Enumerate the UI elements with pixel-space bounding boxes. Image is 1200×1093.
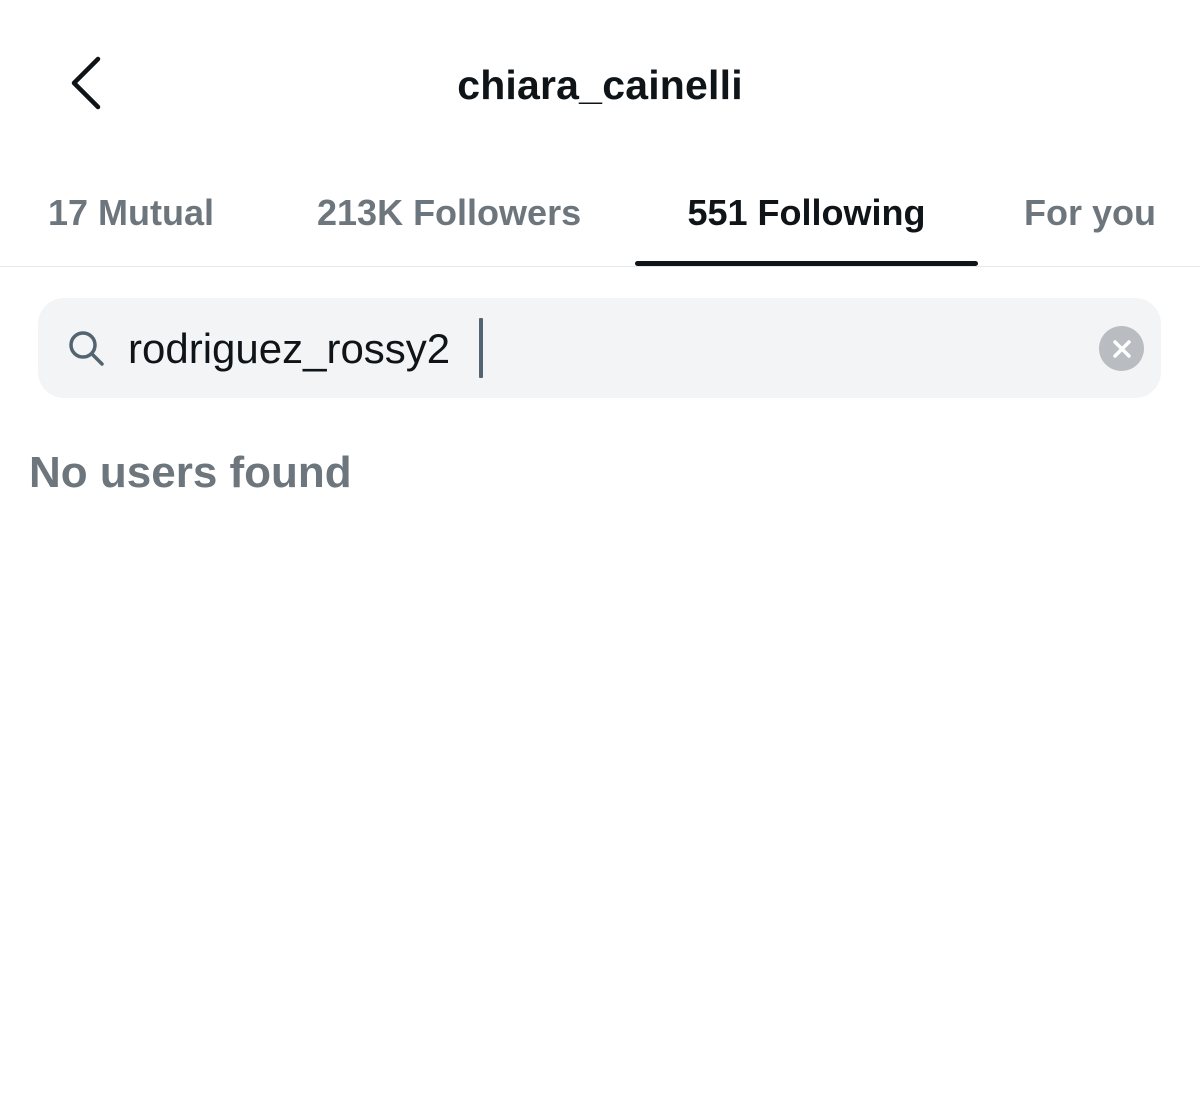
tab-bar: 17 Mutual 213K Followers 551 Following F… [0, 160, 1200, 266]
text-cursor [479, 318, 483, 378]
tabs-divider [0, 266, 1200, 267]
tab-followers[interactable]: 213K Followers [317, 160, 581, 266]
search-icon [69, 331, 104, 366]
clear-icon [1112, 339, 1131, 358]
tab-mutual[interactable]: 17 Mutual [48, 160, 214, 266]
top-bar: chiara_cainelli [0, 0, 1200, 160]
empty-results-message: No users found [29, 448, 352, 497]
search-input[interactable] [128, 316, 1028, 382]
tab-for-you[interactable]: For you [1024, 160, 1156, 266]
page-title: chiara_cainelli [457, 62, 743, 108]
clear-search-button[interactable] [1099, 326, 1144, 371]
tab-following[interactable]: 551 Following [635, 160, 978, 266]
